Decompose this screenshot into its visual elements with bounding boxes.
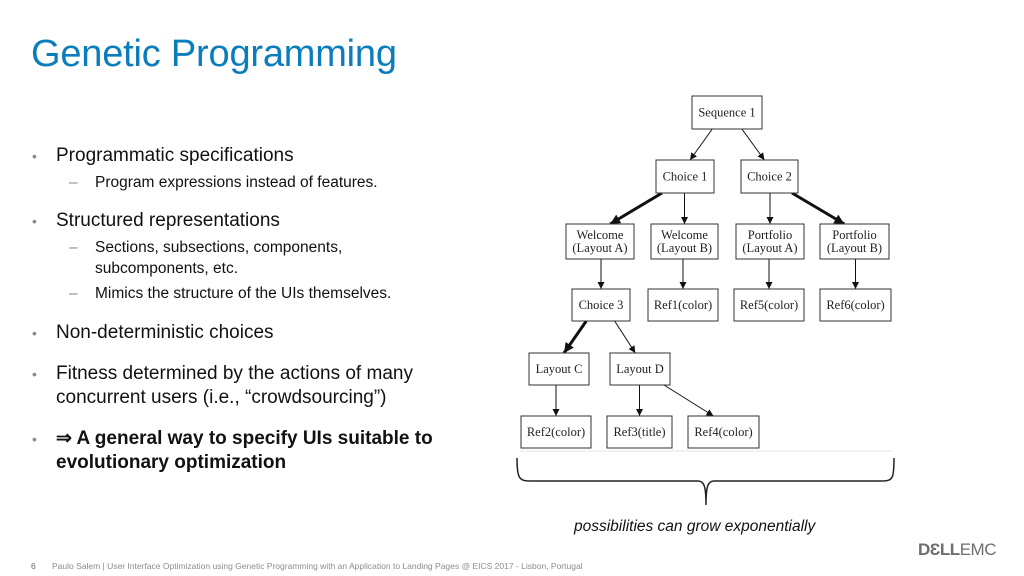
node-label: Ref5(color) <box>740 298 798 312</box>
arrow-layoutD-ref4 <box>663 384 714 417</box>
node-ref1: Ref1(color) <box>647 288 719 322</box>
bold-arrow-choice1-welcomeA <box>609 191 663 226</box>
node-label: Sequence 1 <box>698 106 755 120</box>
node-welcomeA: Welcome(Layout A) <box>565 223 635 260</box>
node-label: Ref1(color) <box>654 298 712 312</box>
node-label: Choice 2 <box>747 170 792 184</box>
node-welcomeB: Welcome(Layout B) <box>650 223 719 260</box>
node-label: Choice 1 <box>663 170 708 184</box>
node-label: (Layout A) <box>742 241 797 255</box>
node-label: Ref6(color) <box>826 298 884 312</box>
node-label: Layout D <box>616 362 664 376</box>
arrow-choice3-layoutD <box>614 320 636 354</box>
node-label: (Layout A) <box>572 241 627 255</box>
node-choice3: Choice 3 <box>571 288 631 322</box>
page-number: 6 <box>31 561 36 571</box>
node-label: Choice 3 <box>579 298 624 312</box>
node-label: Welcome <box>577 228 624 242</box>
node-seq1: Sequence 1 <box>691 95 763 130</box>
node-label: Portfolio <box>748 228 792 242</box>
diagram-nodes: Sequence 1Choice 1 Choice 2Welcome(Layout… <box>520 95 892 449</box>
tree-diagram: Sequence 1Choice 1 Choice 2Welcome(Layout… <box>516 95 895 506</box>
bold-arrow-choice3-layoutC <box>562 320 588 354</box>
node-label: Portfolio <box>832 228 876 242</box>
node-label: Ref3(title) <box>613 425 665 439</box>
curly-brace-icon <box>516 457 895 506</box>
arrow-seq1-choice2 <box>741 128 765 161</box>
node-ref5: Ref5(color) <box>733 288 805 322</box>
node-ref2: Ref2(color) <box>520 415 592 449</box>
node-label: Ref2(color) <box>527 425 585 439</box>
node-label: Layout C <box>536 362 583 376</box>
diagram-caption: possibilities can grow exponentially <box>574 518 816 535</box>
node-label: (Layout B) <box>827 241 882 255</box>
node-label: Ref4(color) <box>694 425 752 439</box>
node-ref3: Ref3(title) <box>606 415 673 449</box>
node-choice1: Choice 1 <box>655 159 715 194</box>
node-label: (Layout B) <box>657 241 712 255</box>
node-label: Welcome <box>661 228 708 242</box>
logo-emc: EMC <box>959 540 997 559</box>
footer-text: Paulo Salem | User Interface Optimizatio… <box>52 561 583 571</box>
bold-arrow-choice2-portfolioB <box>791 191 846 226</box>
arrow-seq1-choice1 <box>689 128 713 161</box>
node-ref6: Ref6(color) <box>819 288 892 322</box>
node-portfolioB: Portfolio(Layout B) <box>819 223 890 260</box>
dell-emc-logo: DƐLLEMC <box>918 540 996 560</box>
logo-dell: DƐLL <box>918 540 960 559</box>
node-ref4: Ref4(color) <box>687 415 760 449</box>
node-layoutD: Layout D <box>609 352 671 386</box>
node-layoutC: Layout C <box>528 352 590 386</box>
node-choice2: Choice 2 <box>740 159 799 194</box>
node-portfolioA: Portfolio(Layout A) <box>735 223 805 260</box>
